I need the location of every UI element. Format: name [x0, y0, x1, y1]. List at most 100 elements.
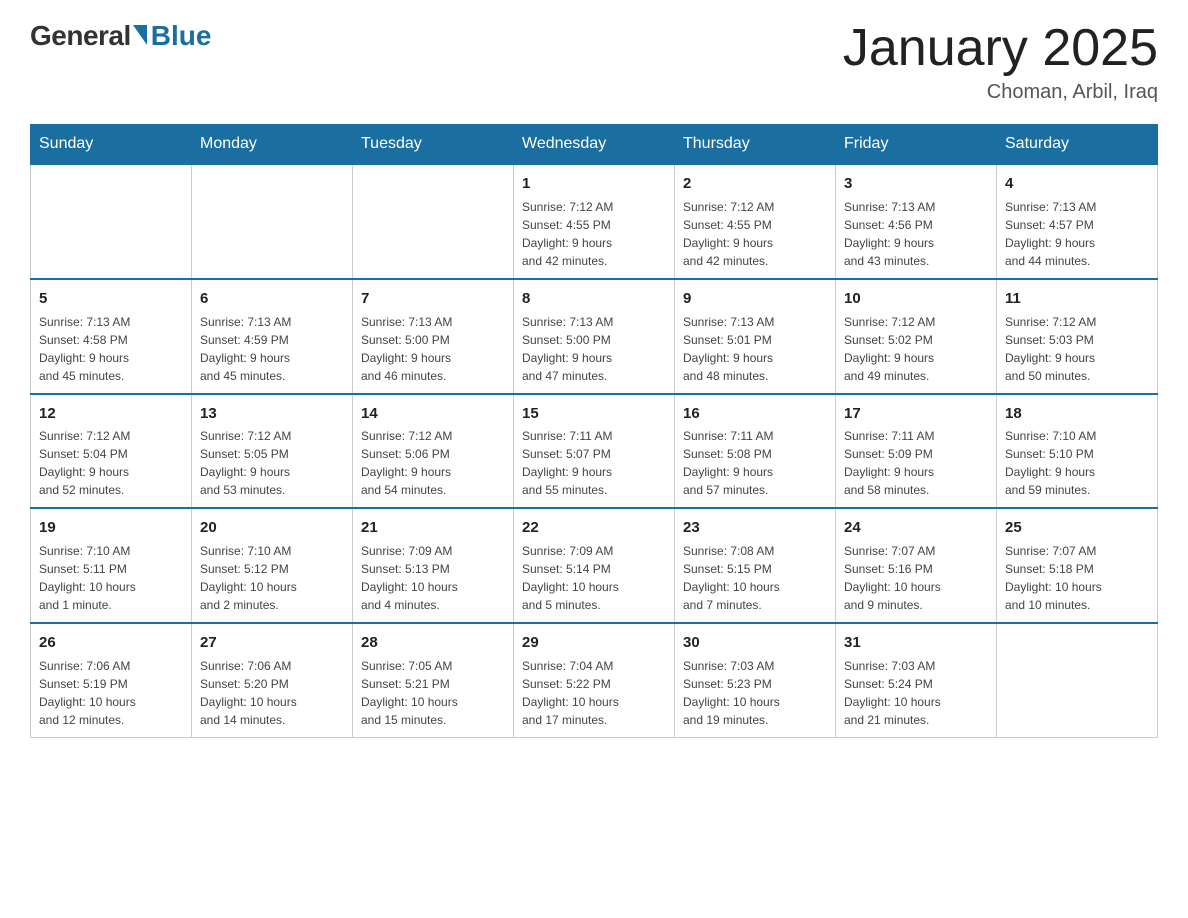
calendar-cell [192, 164, 353, 279]
calendar-cell [997, 623, 1158, 737]
calendar-cell: 19Sunrise: 7:10 AM Sunset: 5:11 PM Dayli… [31, 508, 192, 623]
day-info: Sunrise: 7:13 AM Sunset: 5:01 PM Dayligh… [683, 313, 827, 385]
weekday-header-thursday: Thursday [675, 125, 836, 165]
day-number: 10 [844, 288, 988, 310]
day-number: 2 [683, 173, 827, 195]
day-number: 15 [522, 403, 666, 425]
calendar-cell: 30Sunrise: 7:03 AM Sunset: 5:23 PM Dayli… [675, 623, 836, 737]
calendar-cell: 13Sunrise: 7:12 AM Sunset: 5:05 PM Dayli… [192, 394, 353, 509]
weekday-header-saturday: Saturday [997, 125, 1158, 165]
calendar-cell: 27Sunrise: 7:06 AM Sunset: 5:20 PM Dayli… [192, 623, 353, 737]
day-number: 6 [200, 288, 344, 310]
calendar-cell: 18Sunrise: 7:10 AM Sunset: 5:10 PM Dayli… [997, 394, 1158, 509]
calendar-cell: 12Sunrise: 7:12 AM Sunset: 5:04 PM Dayli… [31, 394, 192, 509]
day-number: 12 [39, 403, 183, 425]
calendar-cell: 28 Sunrise: 7:05 AM Sunset: 5:21 PM Dayli… [353, 623, 514, 737]
calendar-cell: 14Sunrise: 7:12 AM Sunset: 5:06 PM Dayli… [353, 394, 514, 509]
calendar-title: January 2025 [843, 20, 1158, 77]
calendar-cell: 15Sunrise: 7:11 AM Sunset: 5:07 PM Dayli… [514, 394, 675, 509]
day-number: 28 [361, 632, 505, 654]
day-number: 9 [683, 288, 827, 310]
day-number: 4 [1005, 173, 1149, 195]
day-info: Sunrise: 7:09 AM Sunset: 5:13 PM Dayligh… [361, 542, 505, 614]
day-number: 21 [361, 517, 505, 539]
day-info: Sunrise: 7:12 AM Sunset: 5:02 PM Dayligh… [844, 313, 988, 385]
day-info: Sunrise: 7:07 AM Sunset: 5:16 PM Dayligh… [844, 542, 988, 614]
calendar-week-3: 12Sunrise: 7:12 AM Sunset: 5:04 PM Dayli… [31, 394, 1158, 509]
calendar-cell: 26 Sunrise: 7:06 AM Sunset: 5:19 PM Dayli… [31, 623, 192, 737]
day-info: Sunrise: 7:07 AM Sunset: 5:18 PM Dayligh… [1005, 542, 1149, 614]
calendar-cell: 29 Sunrise: 7:04 AM Sunset: 5:22 PM Dayli… [514, 623, 675, 737]
logo: General Blue [30, 20, 211, 52]
day-info: Sunrise: 7:06 AM Sunset: 5:20 PM Dayligh… [200, 657, 344, 729]
day-number: 11 [1005, 288, 1149, 310]
weekday-header-friday: Friday [836, 125, 997, 165]
day-number: 22 [522, 517, 666, 539]
day-info: Sunrise: 7:04 AM Sunset: 5:22 PM Dayligh… [522, 657, 666, 729]
day-info: Sunrise: 7:13 AM Sunset: 4:57 PM Dayligh… [1005, 198, 1149, 270]
day-info: Sunrise: 7:11 AM Sunset: 5:08 PM Dayligh… [683, 427, 827, 499]
day-info: Sunrise: 7:10 AM Sunset: 5:11 PM Dayligh… [39, 542, 183, 614]
calendar-cell: 17Sunrise: 7:11 AM Sunset: 5:09 PM Dayli… [836, 394, 997, 509]
calendar-cell: 1Sunrise: 7:12 AM Sunset: 4:55 PM Daylig… [514, 164, 675, 279]
day-info: Sunrise: 7:13 AM Sunset: 4:56 PM Dayligh… [844, 198, 988, 270]
logo-general-text: General [30, 20, 131, 52]
day-number: 20 [200, 517, 344, 539]
day-number: 3 [844, 173, 988, 195]
day-info: Sunrise: 7:12 AM Sunset: 5:05 PM Dayligh… [200, 427, 344, 499]
day-info: Sunrise: 7:09 AM Sunset: 5:14 PM Dayligh… [522, 542, 666, 614]
day-info: Sunrise: 7:12 AM Sunset: 5:06 PM Dayligh… [361, 427, 505, 499]
calendar-cell: 24 Sunrise: 7:07 AM Sunset: 5:16 PM Dayli… [836, 508, 997, 623]
day-number: 29 [522, 632, 666, 654]
calendar-cell: 4 Sunrise: 7:13 AM Sunset: 4:57 PM Daylig… [997, 164, 1158, 279]
day-number: 30 [683, 632, 827, 654]
day-info: Sunrise: 7:08 AM Sunset: 5:15 PM Dayligh… [683, 542, 827, 614]
calendar-cell: 10 Sunrise: 7:12 AM Sunset: 5:02 PM Dayli… [836, 279, 997, 394]
day-number: 1 [522, 173, 666, 195]
logo-triangle-icon [133, 25, 147, 45]
day-number: 13 [200, 403, 344, 425]
calendar-cell [31, 164, 192, 279]
weekday-header-monday: Monday [192, 125, 353, 165]
calendar-cell: 20 Sunrise: 7:10 AM Sunset: 5:12 PM Dayli… [192, 508, 353, 623]
day-info: Sunrise: 7:13 AM Sunset: 4:59 PM Dayligh… [200, 313, 344, 385]
calendar-cell [353, 164, 514, 279]
calendar-cell: 25 Sunrise: 7:07 AM Sunset: 5:18 PM Dayli… [997, 508, 1158, 623]
day-info: Sunrise: 7:12 AM Sunset: 5:03 PM Dayligh… [1005, 313, 1149, 385]
day-info: Sunrise: 7:13 AM Sunset: 4:58 PM Dayligh… [39, 313, 183, 385]
calendar-cell: 23 Sunrise: 7:08 AM Sunset: 5:15 PM Dayli… [675, 508, 836, 623]
calendar-cell: 3 Sunrise: 7:13 AM Sunset: 4:56 PM Daylig… [836, 164, 997, 279]
day-number: 23 [683, 517, 827, 539]
calendar-cell: 5Sunrise: 7:13 AM Sunset: 4:58 PM Daylig… [31, 279, 192, 394]
day-number: 26 [39, 632, 183, 654]
logo-blue-text: Blue [151, 20, 212, 52]
day-info: Sunrise: 7:11 AM Sunset: 5:07 PM Dayligh… [522, 427, 666, 499]
day-info: Sunrise: 7:10 AM Sunset: 5:12 PM Dayligh… [200, 542, 344, 614]
day-number: 16 [683, 403, 827, 425]
page-header: General Blue January 2025 Choman, Arbil,… [30, 20, 1158, 104]
day-number: 24 [844, 517, 988, 539]
calendar-cell: 11 Sunrise: 7:12 AM Sunset: 5:03 PM Dayli… [997, 279, 1158, 394]
calendar-cell: 7Sunrise: 7:13 AM Sunset: 5:00 PM Daylig… [353, 279, 514, 394]
calendar-cell: 16Sunrise: 7:11 AM Sunset: 5:08 PM Dayli… [675, 394, 836, 509]
calendar-cell: 8Sunrise: 7:13 AM Sunset: 5:00 PM Daylig… [514, 279, 675, 394]
day-info: Sunrise: 7:06 AM Sunset: 5:19 PM Dayligh… [39, 657, 183, 729]
calendar-cell: 6 Sunrise: 7:13 AM Sunset: 4:59 PM Daylig… [192, 279, 353, 394]
day-number: 7 [361, 288, 505, 310]
weekday-header-wednesday: Wednesday [514, 125, 675, 165]
calendar-cell: 2 Sunrise: 7:12 AM Sunset: 4:55 PM Daylig… [675, 164, 836, 279]
day-info: Sunrise: 7:13 AM Sunset: 5:00 PM Dayligh… [522, 313, 666, 385]
day-info: Sunrise: 7:05 AM Sunset: 5:21 PM Dayligh… [361, 657, 505, 729]
day-info: Sunrise: 7:12 AM Sunset: 4:55 PM Dayligh… [683, 198, 827, 270]
weekday-header-row: SundayMondayTuesdayWednesdayThursdayFrid… [31, 125, 1158, 165]
calendar-week-4: 19Sunrise: 7:10 AM Sunset: 5:11 PM Dayli… [31, 508, 1158, 623]
day-info: Sunrise: 7:03 AM Sunset: 5:24 PM Dayligh… [844, 657, 988, 729]
calendar-table: SundayMondayTuesdayWednesdayThursdayFrid… [30, 124, 1158, 738]
calendar-week-1: 1 Sunrise: 7:12 AM Sunset: 4:55 PM Daylig… [31, 164, 1158, 279]
calendar-week-5: 26 Sunrise: 7:06 AM Sunset: 5:19 PM Dayli… [31, 623, 1158, 737]
day-info: Sunrise: 7:12 AM Sunset: 5:04 PM Dayligh… [39, 427, 183, 499]
weekday-header-sunday: Sunday [31, 125, 192, 165]
title-section: January 2025 Choman, Arbil, Iraq [843, 20, 1158, 104]
calendar-cell: 9 Sunrise: 7:13 AM Sunset: 5:01 PM Daylig… [675, 279, 836, 394]
day-number: 25 [1005, 517, 1149, 539]
